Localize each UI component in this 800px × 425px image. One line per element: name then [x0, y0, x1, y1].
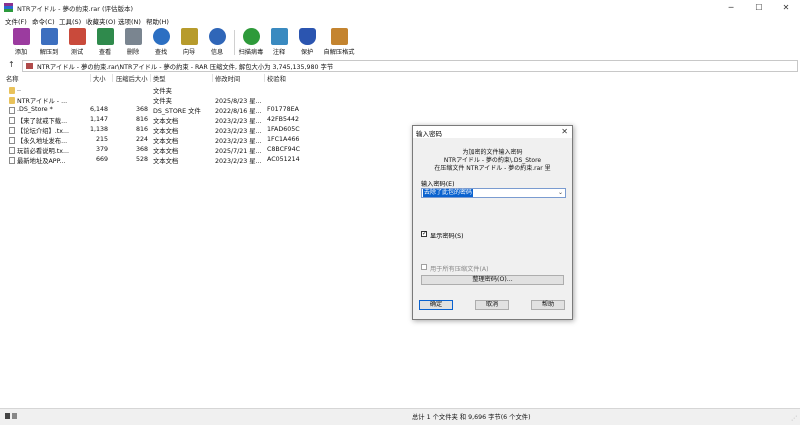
- sfx-icon: [330, 28, 348, 45]
- column-header-name[interactable]: 名称: [6, 74, 19, 83]
- find-button[interactable]: 查找: [146, 28, 176, 56]
- file-row[interactable]: 玩前必看说明.tx... 379 368 文本文档 2025/7/21 星...…: [0, 145, 330, 155]
- show-password-checkbox[interactable]: ✓: [421, 230, 428, 237]
- menu-help[interactable]: 帮助(H): [146, 16, 169, 26]
- address-bar: ↑ NTRアイドル - 夢の約束.rar\NTRアイドル - 夢の約束 - RA…: [0, 59, 800, 73]
- menu-file[interactable]: 文件(F): [5, 16, 27, 26]
- info-icon: [208, 28, 226, 45]
- file-row[interactable]: .DS_Store * 6,148 368 DS_STORE 文件 2022/8…: [0, 105, 330, 115]
- status-bar: 总计 1 个文件夹 和 9,696 字节(6 个文件) ⋰: [0, 408, 800, 425]
- status-summary: 总计 1 个文件夹 和 9,696 字节(6 个文件): [412, 414, 531, 421]
- virus-scan-button[interactable]: 扫描病毒: [236, 28, 266, 56]
- dialog-title: 输入密码: [416, 130, 442, 138]
- text-file-icon: [9, 137, 15, 144]
- archive-icon: [26, 63, 33, 69]
- minimize-button[interactable]: ─: [718, 0, 744, 15]
- test-icon: [68, 28, 86, 45]
- column-divider[interactable]: [150, 74, 151, 82]
- show-password-label: 显示密码(S): [430, 233, 464, 240]
- text-file-icon: [9, 147, 15, 154]
- ok-button[interactable]: 确定: [419, 300, 453, 310]
- text-file-icon: [9, 117, 15, 124]
- checkmark-icon: ✓: [422, 230, 428, 237]
- file-row[interactable]: 【来了就戒下载... 1,147 816 文本文档 2023/2/23 星...…: [0, 115, 330, 125]
- info-button[interactable]: 信息: [202, 28, 232, 56]
- winrar-app-icon: [4, 3, 13, 12]
- file-list: 名称 大小 压缩后大小 类型 修改时间 校验和 .. 文件夹 NTRアイドル -…: [0, 72, 800, 408]
- test-button[interactable]: 测试: [62, 28, 92, 56]
- extract-folder-icon: [40, 28, 58, 45]
- wizard-button[interactable]: 向导: [174, 28, 204, 56]
- use-for-all-label: 用于所有压缩文件(A): [430, 266, 489, 273]
- file-row[interactable]: 最新地址及APP... 669 528 文本文档 2023/2/23 星... …: [0, 155, 330, 165]
- window-title: NTRアイドル - 夢の約束.rar (评估版本): [17, 5, 134, 13]
- text-file-icon: [9, 157, 15, 164]
- path-field[interactable]: NTRアイドル - 夢の約束.rar\NTRアイドル - 夢の約束 - RAR …: [22, 60, 798, 72]
- text-file-icon: [9, 127, 15, 134]
- dialog-title-bar: 输入密码 ✕: [413, 126, 572, 138]
- up-arrow-icon[interactable]: ↑: [8, 60, 15, 69]
- title-bar: NTRアイドル - 夢の約束.rar (评估版本) ─ ☐ ✕: [0, 0, 800, 16]
- file-row[interactable]: NTRアイドル - ... 文件夹 2025/8/23 星...: [0, 95, 330, 105]
- column-divider[interactable]: [90, 74, 91, 82]
- close-button[interactable]: ✕: [773, 0, 799, 15]
- extract-to-button[interactable]: 解压到: [34, 28, 64, 56]
- column-divider[interactable]: [264, 74, 265, 82]
- add-archive-icon: [12, 28, 30, 45]
- wizard-wand-icon: [180, 28, 198, 45]
- path-text: NTRアイドル - 夢の約束.rar\NTRアイドル - 夢の約束 - RAR …: [37, 64, 334, 71]
- menu-commands[interactable]: 命令(C): [32, 16, 55, 26]
- file-row[interactable]: .. 文件夹: [0, 85, 330, 95]
- column-header-modified[interactable]: 修改时间: [215, 74, 240, 83]
- magnifier-icon: [152, 28, 170, 45]
- dialog-close-button[interactable]: ✕: [561, 127, 568, 136]
- password-value: 去除了此包的密码: [423, 189, 474, 197]
- protect-button[interactable]: 保护: [292, 28, 322, 56]
- password-label: 输入密码(E): [421, 181, 455, 188]
- folder-icon: [9, 87, 15, 94]
- virus-scan-icon: [242, 28, 260, 45]
- password-input[interactable]: 去除了此包的密码 ⌄: [421, 188, 566, 198]
- column-header-crc[interactable]: 校验和: [267, 74, 286, 83]
- delete-button[interactable]: 删除: [118, 28, 148, 56]
- organize-passwords-button[interactable]: 整理密码(O)...: [421, 275, 564, 285]
- add-button[interactable]: 添加: [6, 28, 36, 56]
- column-divider[interactable]: [212, 74, 213, 82]
- sfx-button[interactable]: 自解压格式: [322, 28, 356, 56]
- password-dialog: 输入密码 ✕ 为加密的文件输入密码 NTRアイドル - 夢の約束\.DS_Sto…: [412, 125, 573, 320]
- shield-icon: [298, 28, 316, 45]
- help-button[interactable]: 帮助: [531, 300, 565, 310]
- cancel-button[interactable]: 取消: [475, 300, 509, 310]
- file-row[interactable]: 【永久地址发布... 215 224 文本文档 2023/2/23 星... 1…: [0, 135, 330, 145]
- column-header-packed[interactable]: 压缩后大小: [116, 74, 147, 83]
- menu-favorites[interactable]: 收藏夹(O): [86, 16, 116, 26]
- view-button[interactable]: 查看: [90, 28, 120, 56]
- file-icon: [9, 107, 15, 114]
- folder-icon: [9, 97, 15, 104]
- menu-bar: 文件(F) 命令(C) 工具(S) 收藏夹(O) 选项(N) 帮助(H): [0, 15, 800, 26]
- resize-grip-icon[interactable]: ⋰: [791, 415, 797, 422]
- column-divider[interactable]: [112, 74, 113, 82]
- column-header-size[interactable]: 大小: [93, 74, 106, 83]
- file-row[interactable]: 【论坛介绍】.tx... 1,138 816 文本文档 2023/2/23 星.…: [0, 125, 330, 135]
- toolbar: 添加 解压到 测试 查看 删除 查找 向导 信息 扫描病毒 注释 保护 自解压格…: [0, 26, 800, 60]
- dialog-message-line3: 在压缩文件 NTRアイドル - 夢の約束.rar 里: [434, 165, 551, 172]
- chevron-down-icon[interactable]: ⌄: [558, 189, 563, 197]
- drive-icon: [5, 413, 23, 419]
- comment-button[interactable]: 注释: [264, 28, 294, 56]
- use-for-all-checkbox[interactable]: [421, 264, 427, 270]
- comment-icon: [270, 28, 288, 45]
- maximize-button[interactable]: ☐: [746, 0, 772, 15]
- view-book-icon: [96, 28, 114, 45]
- trash-icon: [124, 28, 142, 45]
- column-header-type[interactable]: 类型: [153, 74, 166, 83]
- menu-tools[interactable]: 工具(S): [59, 16, 81, 26]
- menu-options[interactable]: 选项(N): [118, 16, 141, 26]
- toolbar-separator: [234, 30, 235, 55]
